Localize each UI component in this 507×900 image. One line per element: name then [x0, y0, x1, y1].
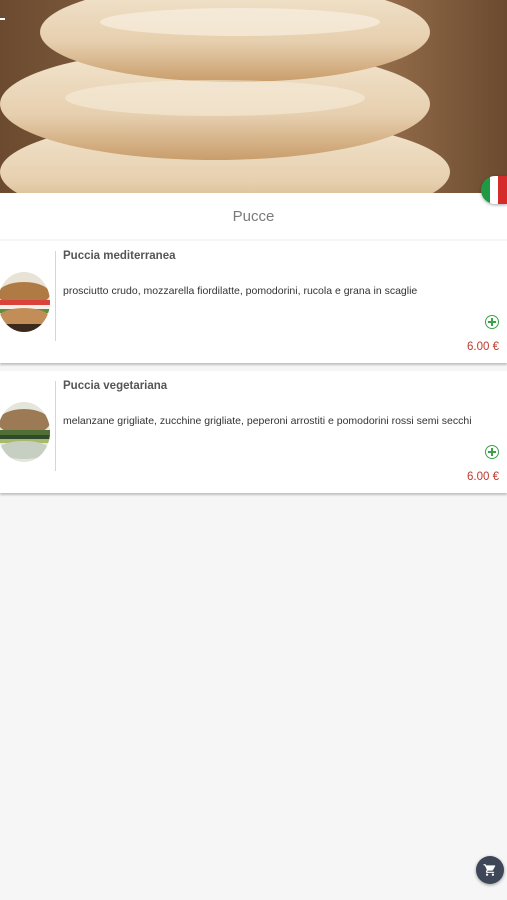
product-thumbnail [0, 402, 50, 462]
add-circle-icon[interactable] [485, 315, 499, 329]
product-name: Puccia mediterranea [63, 250, 176, 262]
cart-icon [483, 864, 496, 876]
product-thumbnail [0, 272, 50, 332]
card-divider [55, 251, 56, 341]
product-price: 6.00 € [467, 471, 499, 483]
product-description: melanzane grigliate, zucchine grigliate,… [63, 415, 472, 427]
add-circle-icon[interactable] [485, 445, 499, 459]
cart-button[interactable] [476, 856, 504, 884]
category-title: Pucce [232, 207, 275, 225]
italy-flag-icon[interactable] [481, 176, 507, 204]
product-card[interactable]: Puccia mediterranea prosciutto crudo, mo… [0, 241, 507, 363]
back-arrow-icon[interactable] [0, 18, 5, 20]
product-description: prosciutto crudo, mozzarella fiordilatte… [63, 285, 418, 297]
product-price: 6.00 € [467, 341, 499, 353]
category-header: Pucce [0, 193, 507, 239]
product-card[interactable]: Puccia vegetariana melanzane grigliate, … [0, 371, 507, 493]
card-divider [55, 381, 56, 471]
hero-image [0, 0, 507, 193]
product-name: Puccia vegetariana [63, 380, 168, 392]
bread-stack-illustration [0, 0, 450, 193]
